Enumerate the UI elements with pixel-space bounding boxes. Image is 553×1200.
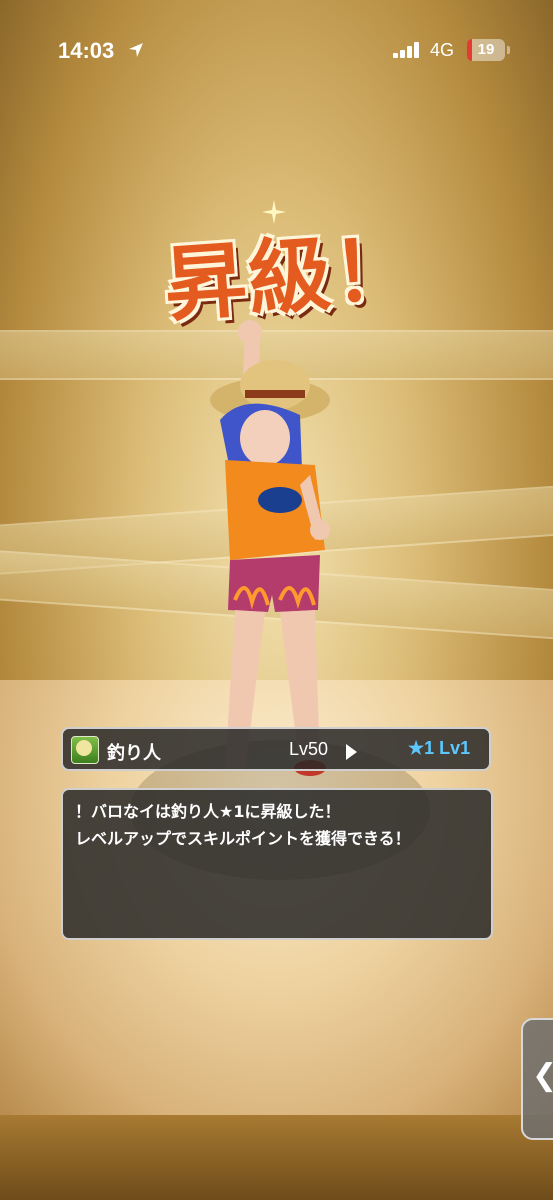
status-bar: 14:03 4G 19 — [0, 0, 553, 100]
job-level: Lv50 — [289, 739, 329, 759]
arrow-right-icon — [346, 744, 357, 760]
battery-tip — [507, 46, 510, 54]
battery-percent: 19 — [477, 41, 495, 58]
sparkle-icon — [262, 200, 286, 224]
floor-edge — [0, 1115, 553, 1200]
side-menu-handle[interactable]: ❮ — [521, 1018, 553, 1140]
fisher-job-icon — [71, 736, 99, 764]
title-text: 昇級！ — [161, 220, 420, 334]
message-dialog[interactable]: ！バロなイは釣り人★1に昇級した！ レベルアップでスキルポイントを獲得できる！ — [61, 788, 493, 940]
job-rank: ★1 Lv1 — [408, 738, 471, 758]
battery-icon: 19 — [467, 39, 505, 61]
job-name: 釣り人 — [107, 743, 161, 764]
network-type: 4G — [430, 40, 455, 60]
signal-bars-icon — [393, 42, 419, 58]
chevron-left-icon: ❮ — [532, 1058, 553, 1093]
message-line: ！バロなイは釣り人★1に昇級した！ — [75, 802, 341, 821]
clock: 14:03 — [58, 38, 115, 63]
message-line: レベルアップでスキルポイントを獲得できる！ — [75, 829, 411, 848]
player-character — [210, 320, 330, 776]
location-arrow-icon — [129, 43, 143, 57]
job-status-bar: 釣り人 Lv50 ★1 Lv1 — [61, 727, 491, 771]
